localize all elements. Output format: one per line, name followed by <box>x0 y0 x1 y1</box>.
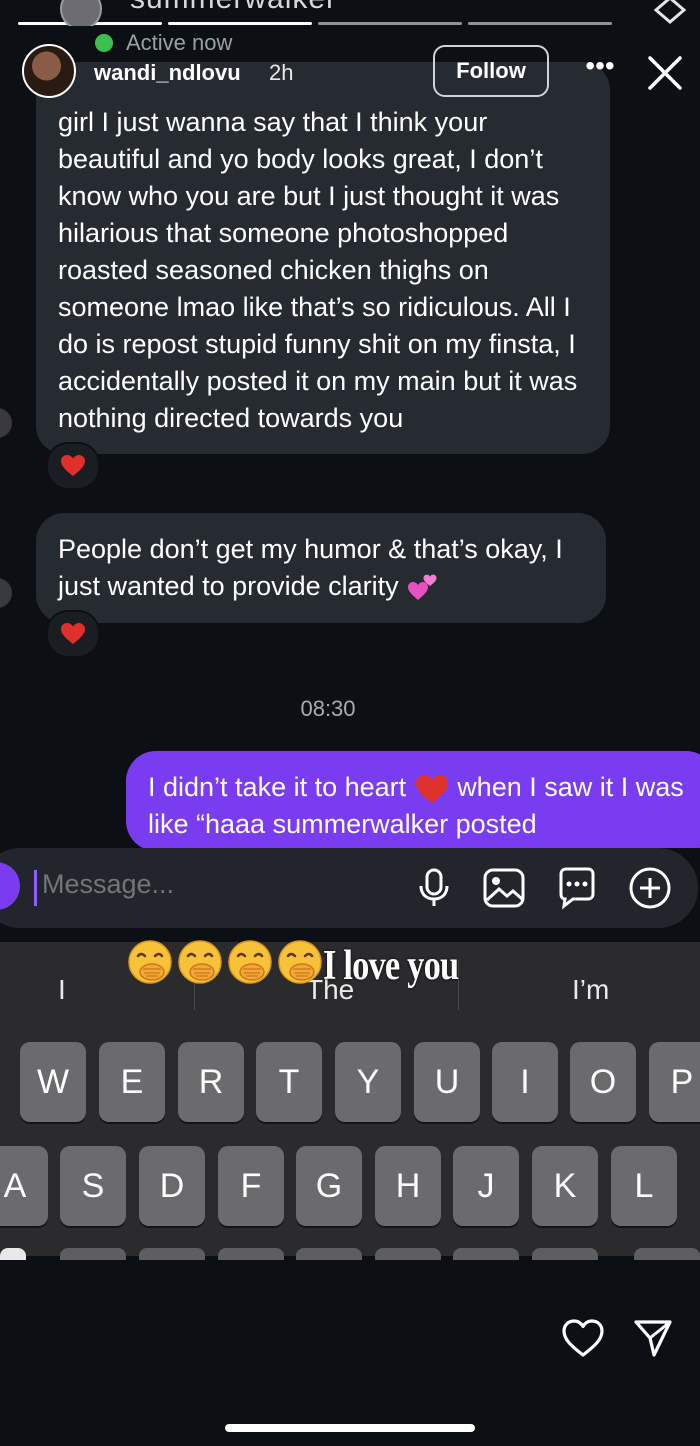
story-progress-segment <box>468 22 612 25</box>
message-bubble-received[interactable]: People don’t get my humor & that’s okay,… <box>36 513 606 623</box>
sender-avatar <box>0 408 12 438</box>
suggestion-1[interactable]: I <box>58 974 66 1006</box>
chat-avatar <box>60 0 102 26</box>
red-heart-icon <box>61 455 85 476</box>
chat-options-icon[interactable] <box>652 0 688 30</box>
story-text-sticker: I love you <box>323 943 459 989</box>
message-timestamp: 08:30 <box>300 696 356 721</box>
message-reaction[interactable] <box>46 610 100 658</box>
key-g[interactable]: G <box>296 1146 362 1226</box>
hand-over-mouth-emoji-icon <box>128 940 172 984</box>
gallery-icon[interactable] <box>482 866 526 910</box>
key-e[interactable]: E <box>99 1042 165 1122</box>
key-backspace[interactable] <box>634 1248 700 1260</box>
key-i[interactable]: I <box>492 1042 558 1122</box>
key-u[interactable]: U <box>414 1042 480 1122</box>
active-dot-icon <box>92 31 116 55</box>
message-reaction[interactable] <box>46 442 100 490</box>
key-p[interactable]: P <box>649 1042 700 1122</box>
key-f[interactable]: F <box>218 1146 284 1226</box>
chat-header: summerwalker <box>60 0 360 26</box>
key-d[interactable]: D <box>139 1146 205 1226</box>
two-hearts-icon <box>408 574 437 600</box>
key-y[interactable]: Y <box>335 1042 401 1122</box>
suggestion-3[interactable]: I’m <box>572 974 609 1006</box>
follow-button[interactable]: Follow <box>433 45 549 97</box>
message-bubble-sent[interactable]: I didn’t take it to heart when I saw it … <box>126 751 700 851</box>
red-heart-icon <box>61 623 85 644</box>
story-poster-username[interactable]: wandi_ndlovu <box>94 60 241 86</box>
key-j[interactable]: J <box>453 1146 519 1226</box>
key-k[interactable]: K <box>532 1146 598 1226</box>
message-input[interactable] <box>40 868 344 901</box>
key-row3[interactable] <box>375 1248 441 1260</box>
emoji-sticker <box>126 938 324 986</box>
plus-icon[interactable] <box>628 866 672 910</box>
key-row3[interactable] <box>532 1248 598 1260</box>
chat-contact-name: summerwalker <box>130 0 337 16</box>
active-status-text: Active now <box>126 30 233 55</box>
more-options-button[interactable]: ••• <box>580 52 620 82</box>
send-icon[interactable] <box>633 1318 673 1358</box>
close-icon[interactable] <box>646 54 684 92</box>
message-text: People don’t get my humor & that’s okay,… <box>58 534 563 601</box>
key-o[interactable]: O <box>570 1042 636 1122</box>
message-text: girl I just wanna say that I think your … <box>58 107 578 433</box>
key-shift[interactable] <box>0 1248 26 1260</box>
key-row3[interactable] <box>296 1248 362 1260</box>
key-a[interactable]: A <box>0 1146 48 1226</box>
hand-over-mouth-emoji-icon <box>278 940 322 984</box>
key-s[interactable]: S <box>60 1146 126 1226</box>
story-time-ago: 2h <box>269 60 294 85</box>
microphone-icon[interactable] <box>412 866 456 910</box>
key-w[interactable]: W <box>20 1042 86 1122</box>
red-heart-icon <box>415 774 448 803</box>
key-h[interactable]: H <box>375 1146 441 1226</box>
home-indicator[interactable] <box>225 1424 475 1432</box>
text-caret <box>34 870 37 906</box>
key-row3[interactable] <box>60 1248 126 1260</box>
active-status: Active now <box>92 30 232 56</box>
key-row3[interactable] <box>139 1248 205 1260</box>
key-row3[interactable] <box>453 1248 519 1260</box>
sender-avatar <box>0 578 12 608</box>
key-row3[interactable] <box>218 1248 284 1260</box>
message-text: I didn’t take it to heart <box>148 772 407 802</box>
key-l[interactable]: L <box>611 1146 677 1226</box>
key-t[interactable]: T <box>256 1042 322 1122</box>
hand-over-mouth-emoji-icon <box>228 940 272 984</box>
message-bubble-received[interactable]: girl I just wanna say that I think your … <box>36 62 610 454</box>
hand-over-mouth-emoji-icon <box>178 940 222 984</box>
key-r[interactable]: R <box>178 1042 244 1122</box>
heart-icon[interactable] <box>561 1318 605 1358</box>
story-poster-avatar[interactable] <box>22 44 76 98</box>
sticker-chat-icon[interactable] <box>555 866 599 910</box>
